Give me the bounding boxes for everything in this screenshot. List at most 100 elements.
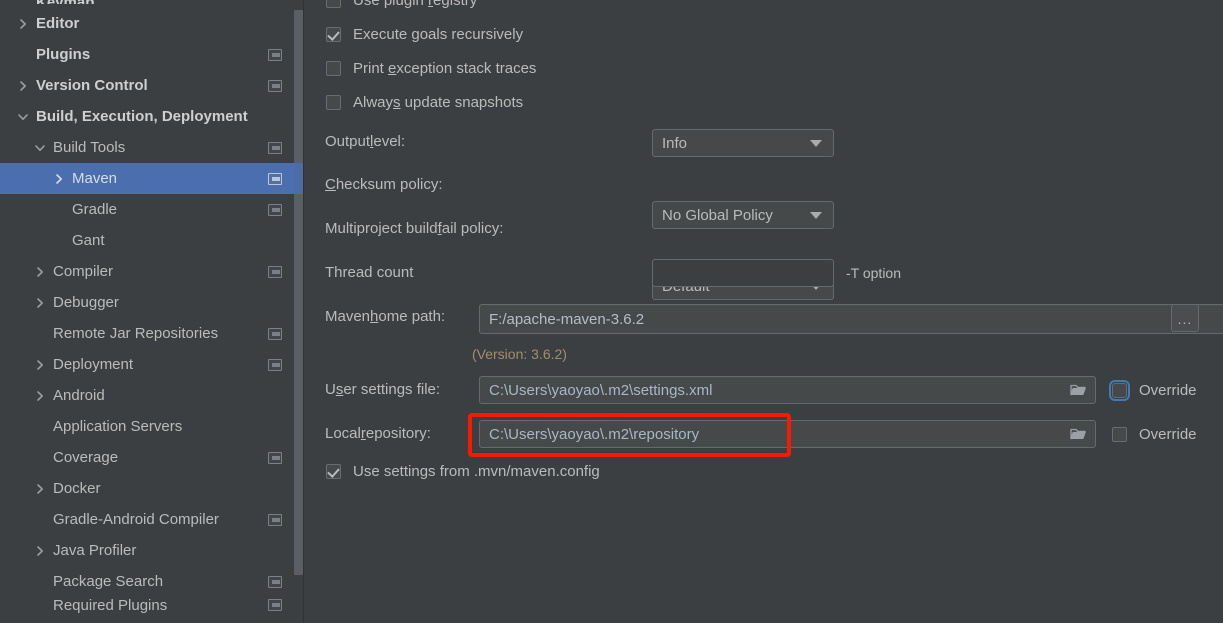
sidebar-item-android[interactable]: Android [0, 380, 294, 411]
print-exception-stack-traces-checkbox[interactable] [326, 61, 341, 76]
execute-goals-recursively-label: Execute goals recursively [353, 26, 524, 43]
output-level-value: Info [662, 134, 688, 152]
sidebar-item-label: Android [53, 387, 105, 404]
maven-home-path-browse-button[interactable]: ... [1171, 304, 1199, 332]
folder-icon[interactable] [1070, 427, 1087, 441]
local-repository-input[interactable]: C:\Users\yaoyao\.m2\repository [479, 420, 1096, 448]
thread-count-input[interactable] [652, 259, 834, 287]
user-settings-override-checkbox[interactable] [1109, 380, 1130, 401]
checksum-policy-label: Checksum policy: [325, 176, 443, 193]
use-plugin-registry-checkbox[interactable] [326, 0, 341, 8]
output-level-combobox[interactable]: Info [652, 129, 834, 157]
checkbox-row-always-update-snapshots[interactable]: Always update snapshots [326, 94, 523, 111]
chevron-right-icon[interactable] [33, 265, 47, 279]
sidebar-item-compiler[interactable]: Compiler [0, 256, 294, 287]
checkbox-row-execute-goals-recursively[interactable]: Execute goals recursively [326, 26, 523, 43]
sidebar-item-remote-jar-repositories[interactable]: Remote Jar Repositories [0, 318, 294, 349]
chevron-right-icon[interactable] [52, 172, 66, 186]
sidebar-item-label: Build Tools [53, 139, 126, 156]
user-settings-file-value: C:\Users\yaoyao\.m2\settings.xml [489, 381, 713, 399]
chevron-down-icon [810, 140, 822, 147]
use-mvn-config-checkbox[interactable] [326, 464, 341, 479]
sidebar-item-plugins[interactable]: Plugins [0, 39, 294, 70]
sidebar-item-maven[interactable]: Maven [0, 163, 294, 194]
sidebar-item-label: Version Control [36, 77, 148, 94]
always-update-snapshots-checkbox[interactable] [326, 95, 341, 110]
sidebar-item-label: Gradle [72, 201, 118, 218]
checkbox-row-print-exception-stack-traces[interactable]: Print exception stack traces [326, 60, 536, 77]
sidebar-item-label: Plugins [36, 46, 91, 63]
sidebar-item-version-control[interactable]: Version Control [0, 70, 294, 101]
sidebar-item-package-search[interactable]: Package Search [0, 566, 294, 597]
maven-home-path-value: F:/apache-maven-3.6.2 [489, 310, 645, 328]
sidebar-item-debugger[interactable]: Debugger [0, 287, 294, 318]
sidebar-item-keymap[interactable]: Keymap [0, 0, 294, 4]
project-settings-icon [268, 265, 282, 278]
thread-count-label: Thread count [325, 264, 414, 281]
sidebar-item-label: Build, Execution, Deployment [36, 108, 248, 125]
sidebar-item-label: Java Profiler [53, 542, 137, 559]
sidebar-item-label: Debugger [53, 294, 119, 311]
chevron-right-icon[interactable] [33, 544, 47, 558]
project-settings-icon [268, 451, 282, 464]
local-repository-label: Local r epository: [325, 425, 431, 442]
thread-count-hint: -T option [846, 265, 901, 281]
sidebar-scrollbar[interactable] [294, 0, 303, 623]
sidebar-item-gant[interactable]: Gant [0, 225, 294, 256]
local-repository-override-checkbox[interactable] [1112, 427, 1127, 442]
sidebar-item-build-execution-deployment[interactable]: Build, Execution, Deployment [0, 101, 294, 132]
selection-stripe [294, 163, 303, 194]
chevron-right-icon[interactable] [16, 17, 30, 31]
project-settings-icon [268, 599, 282, 611]
sidebar-item-required-plugins[interactable]: Required Plugins [0, 597, 294, 613]
sidebar-scrollbar-thumb[interactable] [294, 10, 303, 575]
project-settings-icon [268, 327, 282, 340]
sidebar-item-label: Docker [53, 480, 101, 497]
sidebar-item-java-profiler[interactable]: Java Profiler [0, 535, 294, 566]
sidebar-item-label: Compiler [53, 263, 114, 280]
sidebar-item-label: Application Servers [53, 418, 183, 435]
sidebar-item-gradle-android-compiler[interactable]: Gradle-Android Compiler [0, 504, 294, 535]
local-repository-override-row[interactable]: Override [1112, 426, 1197, 443]
user-settings-override-label: Override [1139, 382, 1197, 399]
sidebar-item-label: Package Search [53, 573, 164, 590]
sidebar-item-label: Editor [36, 15, 80, 32]
chevron-down-icon[interactable] [16, 110, 30, 124]
maven-version-note: (Version: 3.6.2) [472, 346, 567, 362]
chevron-right-icon[interactable] [33, 482, 47, 496]
user-settings-file-input[interactable]: C:\Users\yaoyao\.m2\settings.xml [479, 376, 1096, 404]
execute-goals-recursively-checkbox[interactable] [326, 27, 341, 42]
settings-category-tree[interactable]: Keymap Editor Plugins Version Control Build,… [0, 0, 294, 623]
folder-icon[interactable] [1070, 383, 1087, 397]
sidebar-item-label: Gradle-Android Compiler [53, 511, 219, 528]
chevron-right-icon[interactable] [33, 296, 47, 310]
project-settings-icon [268, 79, 282, 92]
sidebar-item-coverage[interactable]: Coverage [0, 442, 294, 473]
sidebar-item-application-servers[interactable]: Application Servers [0, 411, 294, 442]
checkbox-row-use-mvn-config[interactable]: Use settings from .mvn/maven.config [326, 463, 600, 480]
checksum-policy-value: No Global Policy [662, 206, 773, 224]
checksum-policy-combobox[interactable]: No Global Policy [652, 201, 834, 229]
sidebar-item-label: Keymap [36, 0, 94, 4]
sidebar-item-gradle[interactable]: Gradle [0, 194, 294, 225]
sidebar-item-editor[interactable]: Editor [0, 8, 294, 39]
checkbox-row-use-plugin-registry[interactable]: Use plugin registry [326, 0, 477, 9]
sidebar-item-docker[interactable]: Docker [0, 473, 294, 504]
sidebar-item-deployment[interactable]: Deployment [0, 349, 294, 380]
project-settings-icon [268, 48, 282, 61]
settings-dialog-body: Keymap Editor Plugins Version Control Build,… [0, 0, 1223, 623]
chevron-right-icon[interactable] [33, 358, 47, 372]
project-settings-icon [268, 575, 282, 588]
fail-policy-label: Multiproject build f ail policy: [325, 220, 504, 237]
chevron-right-icon[interactable] [16, 79, 30, 93]
maven-home-path-combobox[interactable]: F:/apache-maven-3.6.2 [479, 304, 1223, 334]
sidebar-item-label: Maven [72, 170, 118, 187]
maven-home-path-label: Maven h ome path: [325, 308, 446, 325]
chevron-down-icon[interactable] [33, 141, 47, 155]
sidebar-item-label: Coverage [53, 449, 119, 466]
user-settings-override-row[interactable]: Override [1109, 380, 1197, 401]
chevron-right-icon[interactable] [33, 389, 47, 403]
sidebar-item-build-tools[interactable]: Build Tools [0, 132, 294, 163]
print-exception-stack-traces-label: Print exception stack traces [353, 60, 537, 77]
project-settings-icon [268, 358, 282, 371]
